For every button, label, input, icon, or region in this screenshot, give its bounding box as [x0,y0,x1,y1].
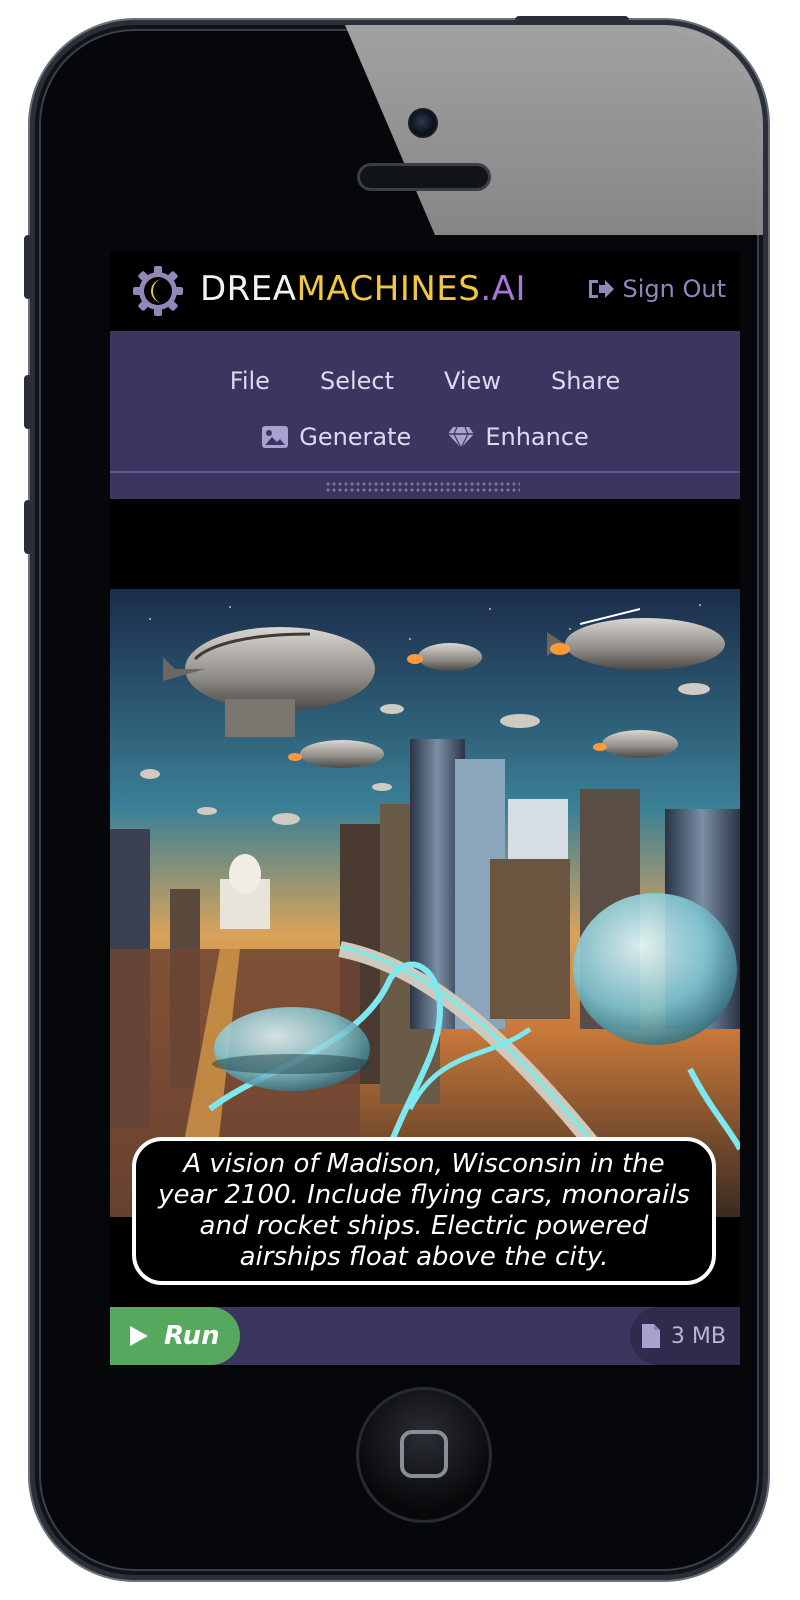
run-label: Run [164,1321,220,1351]
home-square-icon [400,1430,448,1478]
front-camera [408,108,438,138]
menu-item-file[interactable]: File [205,367,295,395]
brand-logo-text: DREAMACHINES.AI [200,269,526,309]
sign-out-icon [588,280,614,298]
side-button-mute[interactable] [24,235,32,299]
side-button-volume-up[interactable] [24,375,32,429]
home-button[interactable] [356,1387,492,1523]
menu-panel: File Select View Share Generate Enhance [110,331,740,499]
phone-frame: DREAMACHINES.AI Sign Out File Select Vie… [30,20,768,1580]
menu-item-enhance[interactable]: Enhance [447,423,589,451]
run-button[interactable]: Run [110,1307,240,1365]
earpiece-speaker [357,163,491,191]
generate-label: Generate [299,423,412,451]
image-icon [262,426,289,448]
gear-logo-icon [133,266,183,316]
diamond-icon [448,426,475,449]
brand-part-1: DREA [200,269,297,309]
brand-part-3: .AI [480,269,526,309]
file-icon [641,1324,660,1348]
play-icon [130,1326,148,1346]
app-screen: DREAMACHINES.AI Sign Out File Select Vie… [110,251,740,1367]
side-button-volume-down[interactable] [24,500,32,554]
sign-out-button[interactable]: Sign Out [587,275,727,303]
bottom-bar: Run 3 MB [110,1307,740,1365]
menu-item-share[interactable]: Share [526,367,645,395]
menu-row-secondary: Generate Enhance [110,423,740,451]
generated-image [110,589,740,1217]
prompt-text: A vision of Madison, Wisconsin in the ye… [158,1149,690,1272]
top-power-button[interactable] [515,16,629,24]
top-bar: DREAMACHINES.AI Sign Out [110,251,740,331]
menu-item-select[interactable]: Select [295,367,419,395]
menu-item-generate[interactable]: Generate [261,423,411,451]
menu-row-primary: File Select View Share [110,367,740,395]
file-size-indicator: 3 MB [630,1307,740,1365]
sign-out-label: Sign Out [622,275,727,303]
enhance-label: Enhance [485,423,589,451]
menu-item-view[interactable]: View [419,367,526,395]
menu-divider [110,471,740,473]
screen-glare [345,25,763,235]
drag-handle[interactable] [325,481,520,493]
prompt-box[interactable]: A vision of Madison, Wisconsin in the ye… [132,1137,716,1285]
file-size-label: 3 MB [670,1323,726,1349]
brand-part-2: MACHINES [296,269,481,309]
